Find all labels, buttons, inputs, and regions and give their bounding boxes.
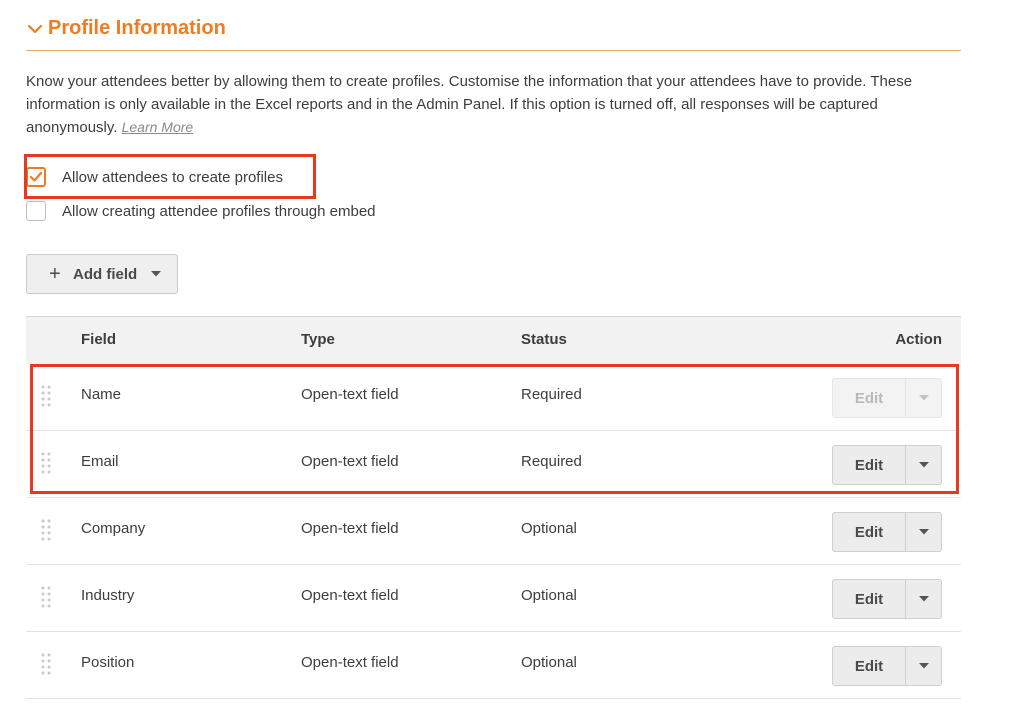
edit-button-group: Edit [832, 378, 942, 418]
section-title: Profile Information [48, 17, 226, 39]
field-name: Name [81, 386, 122, 403]
allow-profiles-checkbox[interactable] [26, 167, 46, 187]
edit-dropdown-button[interactable] [906, 513, 941, 551]
drag-handle-icon[interactable] [40, 585, 52, 609]
section-header[interactable]: Profile Information [26, 14, 961, 51]
caret-down-icon [918, 395, 929, 401]
edit-button[interactable]: Edit [833, 446, 906, 484]
embed-profiles-checkbox[interactable] [26, 201, 46, 221]
field-status: Optional [521, 587, 577, 604]
table-row: Industry Open-text field Optional Edit [26, 565, 961, 632]
edit-button-group[interactable]: Edit [832, 646, 942, 686]
drag-handle-icon[interactable] [40, 652, 52, 676]
edit-button-group[interactable]: Edit [832, 579, 942, 619]
edit-button[interactable]: Edit [833, 647, 906, 685]
edit-dropdown-button [906, 379, 941, 417]
caret-down-icon [918, 529, 929, 535]
header-action: Action [895, 331, 942, 348]
edit-dropdown-button[interactable] [906, 580, 941, 618]
embed-profiles-label: Allow creating attendee profiles through… [62, 202, 376, 220]
chevron-down-icon[interactable] [26, 20, 44, 38]
table-row: Name Open-text field Required Edit [26, 364, 961, 431]
plus-icon: + [49, 262, 61, 285]
field-name: Position [81, 654, 135, 671]
field-type: Open-text field [301, 386, 399, 403]
edit-button: Edit [833, 379, 906, 417]
field-status: Required [521, 386, 582, 403]
field-name: Company [81, 520, 146, 537]
table-header: Field Type Status Action [26, 316, 961, 364]
profile-fields-table: Field Type Status Action Name Open-text … [26, 316, 961, 699]
field-status: Optional [521, 520, 577, 537]
caret-down-icon[interactable] [151, 271, 162, 277]
field-type: Open-text field [301, 654, 399, 671]
add-field-button[interactable]: + Add field [26, 254, 178, 294]
field-status: Optional [521, 654, 577, 671]
caret-down-icon [918, 663, 929, 669]
option-allow-profiles[interactable]: Allow attendees to create profiles [26, 167, 283, 187]
drag-handle-icon[interactable] [40, 451, 52, 475]
edit-button[interactable]: Edit [833, 580, 906, 618]
edit-button[interactable]: Edit [833, 513, 906, 551]
table-row: Company Open-text field Optional Edit [26, 498, 961, 565]
edit-button-group[interactable]: Edit [832, 512, 942, 552]
field-type: Open-text field [301, 453, 399, 470]
option-embed-profiles[interactable]: Allow creating attendee profiles through… [26, 201, 376, 221]
learn-more-link[interactable]: Learn More [122, 119, 194, 135]
header-status: Status [521, 331, 567, 348]
field-name: Industry [81, 587, 135, 604]
header-field: Field [81, 331, 117, 348]
edit-dropdown-button[interactable] [906, 446, 941, 484]
edit-button-group[interactable]: Edit [832, 445, 942, 485]
checkmark-icon [29, 171, 43, 182]
section-description: Know your attendees better by allowing t… [26, 70, 961, 139]
field-type: Open-text field [301, 587, 399, 604]
caret-down-icon [918, 462, 929, 468]
field-type: Open-text field [301, 520, 399, 537]
drag-handle-icon[interactable] [40, 518, 52, 542]
table-row: Email Open-text field Required Edit [26, 431, 961, 498]
header-type: Type [301, 331, 335, 348]
allow-profiles-label: Allow attendees to create profiles [62, 168, 283, 186]
caret-down-icon [918, 596, 929, 602]
drag-handle-icon[interactable] [40, 384, 52, 408]
add-field-label: Add field [73, 265, 138, 283]
table-row: Position Open-text field Optional Edit [26, 632, 961, 699]
field-status: Required [521, 453, 582, 470]
edit-dropdown-button[interactable] [906, 647, 941, 685]
field-name: Email [81, 453, 119, 470]
